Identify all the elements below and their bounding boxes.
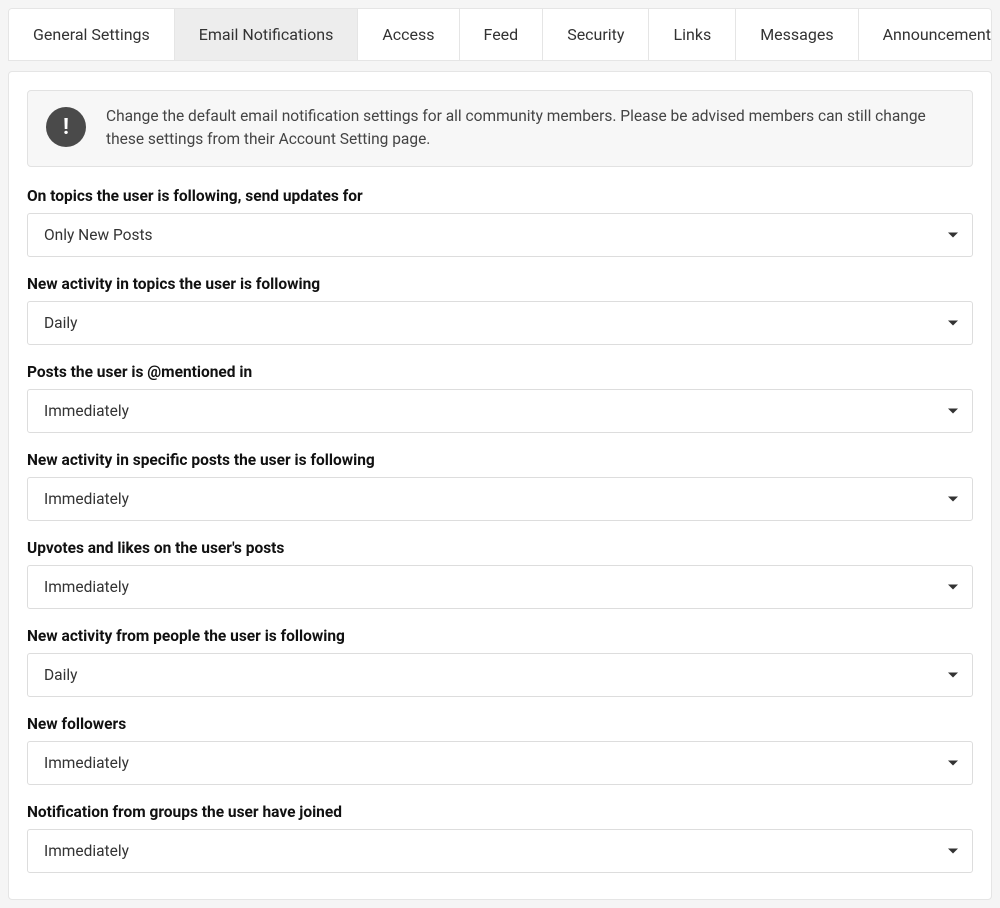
chevron-down-icon — [948, 760, 958, 765]
settings-page: General Settings Email Notifications Acc… — [8, 8, 992, 900]
field-label: On topics the user is following, send up… — [27, 187, 973, 205]
tab-feed[interactable]: Feed — [460, 9, 544, 60]
chevron-down-icon — [948, 320, 958, 325]
chevron-down-icon — [948, 232, 958, 237]
tab-email-notifications[interactable]: Email Notifications — [175, 9, 359, 60]
select-new-activity-topics[interactable]: Daily — [27, 301, 973, 345]
select-upvotes-likes[interactable]: Immediately — [27, 565, 973, 609]
field-label: New activity in specific posts the user … — [27, 451, 973, 469]
select-new-followers[interactable]: Immediately — [27, 741, 973, 785]
chevron-down-icon — [948, 848, 958, 853]
field-upvotes-likes: Upvotes and likes on the user's posts Im… — [27, 539, 973, 609]
select-value: Immediately — [44, 842, 129, 860]
field-label: New activity in topics the user is follo… — [27, 275, 973, 293]
email-notifications-panel: ! Change the default email notification … — [8, 71, 992, 900]
field-label: Posts the user is @mentioned in — [27, 363, 973, 381]
select-value: Only New Posts — [44, 226, 153, 244]
field-group-notifications: Notification from groups the user have j… — [27, 803, 973, 873]
info-banner-text: Change the default email notification se… — [106, 105, 954, 152]
field-topic-updates: On topics the user is following, send up… — [27, 187, 973, 257]
select-new-activity-posts[interactable]: Immediately — [27, 477, 973, 521]
field-new-activity-posts: New activity in specific posts the user … — [27, 451, 973, 521]
field-label: New followers — [27, 715, 973, 733]
select-topic-updates[interactable]: Only New Posts — [27, 213, 973, 257]
select-group-notifications[interactable]: Immediately — [27, 829, 973, 873]
select-mentioned-posts[interactable]: Immediately — [27, 389, 973, 433]
field-mentioned-posts: Posts the user is @mentioned in Immediat… — [27, 363, 973, 433]
tab-security[interactable]: Security — [543, 9, 649, 60]
tab-announcement[interactable]: Announcement — [859, 9, 992, 60]
field-new-followers: New followers Immediately — [27, 715, 973, 785]
select-value: Immediately — [44, 402, 129, 420]
chevron-down-icon — [948, 584, 958, 589]
tab-general-settings[interactable]: General Settings — [9, 9, 175, 60]
tabs-bar: General Settings Email Notifications Acc… — [8, 8, 992, 61]
select-activity-people[interactable]: Daily — [27, 653, 973, 697]
chevron-down-icon — [948, 672, 958, 677]
chevron-down-icon — [948, 408, 958, 413]
select-value: Daily — [44, 314, 77, 332]
field-label: New activity from people the user is fol… — [27, 627, 973, 645]
field-label: Upvotes and likes on the user's posts — [27, 539, 973, 557]
field-activity-people: New activity from people the user is fol… — [27, 627, 973, 697]
field-new-activity-topics: New activity in topics the user is follo… — [27, 275, 973, 345]
select-value: Daily — [44, 666, 77, 684]
select-value: Immediately — [44, 578, 129, 596]
exclamation-icon: ! — [46, 107, 86, 147]
select-value: Immediately — [44, 490, 129, 508]
tab-messages[interactable]: Messages — [736, 9, 858, 60]
info-banner: ! Change the default email notification … — [27, 90, 973, 167]
chevron-down-icon — [948, 496, 958, 501]
tab-links[interactable]: Links — [649, 9, 736, 60]
field-label: Notification from groups the user have j… — [27, 803, 973, 821]
tab-access[interactable]: Access — [358, 9, 459, 60]
select-value: Immediately — [44, 754, 129, 772]
